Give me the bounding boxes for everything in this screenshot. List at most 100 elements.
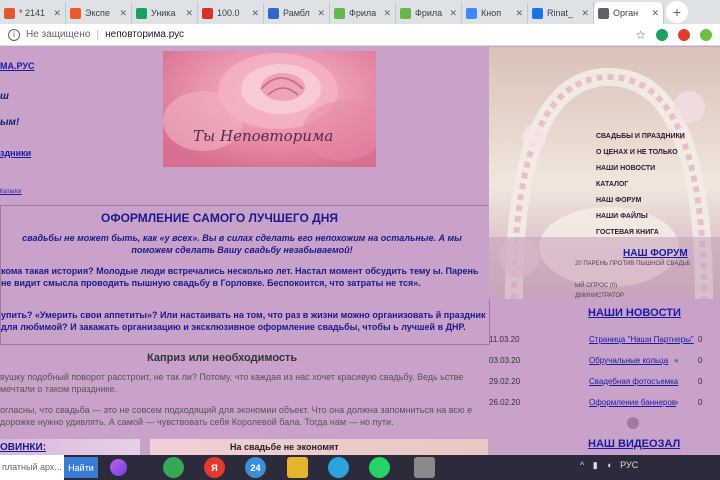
- alice-assistant-icon[interactable]: [110, 459, 127, 476]
- leaf-extension-icon[interactable]: [700, 28, 712, 41]
- close-tab-icon[interactable]: ✕: [447, 8, 457, 19]
- browser-tab[interactable]: Rinat_ ✕: [528, 2, 594, 24]
- news-title[interactable]: Свадебная фотосъемка: [589, 377, 678, 386]
- browser-tab[interactable]: 100.0 ✕: [198, 2, 264, 24]
- browser-tab[interactable]: * 2141 ✕: [0, 2, 66, 24]
- rambler-icon: [268, 7, 279, 19]
- mail-icon: [4, 7, 15, 19]
- tray-language[interactable]: РУС: [620, 460, 638, 470]
- article-heading: Каприз или необходимость: [147, 352, 298, 364]
- telegram-icon[interactable]: [328, 457, 349, 478]
- main-intro: свадьбы не может быть, как «у всех». Вы …: [22, 233, 462, 255]
- leaf-icon: [400, 7, 411, 19]
- search-find-button[interactable]: Найти: [64, 457, 98, 478]
- yandex-browser-icon[interactable]: Я: [204, 457, 225, 478]
- site-title-link[interactable]: МА.РУС: [0, 61, 34, 71]
- browser-tab[interactable]: Уника ✕: [132, 2, 198, 24]
- menu-item[interactable]: СВАДЬБЫ И ПРАЗДНИКИ: [596, 129, 685, 145]
- news-comment-count: 0: [698, 398, 703, 407]
- menu-item[interactable]: НАШИ НОВОСТИ: [596, 161, 685, 177]
- menu-item[interactable]: О ЦЕНАХ И НЕ ТОЛЬКО: [596, 145, 685, 161]
- taskbar-search-input[interactable]: платный арх...: [0, 455, 64, 480]
- taskbar: платный арх... Найти Я 24 ^ ▮ ◖ РУС: [0, 455, 720, 480]
- article-paragraph-2: огласны, что свадьба — это не совсем под…: [0, 405, 473, 427]
- sheets-icon: [136, 7, 147, 19]
- security-label[interactable]: Не защищено: [26, 29, 90, 40]
- video-title-link[interactable]: НАШ ВИДЕОЗАЛ: [588, 438, 680, 450]
- news-title[interactable]: Обручальные кольца: [589, 356, 668, 365]
- close-tab-icon[interactable]: ✕: [579, 8, 589, 19]
- close-tab-icon[interactable]: ✕: [315, 8, 325, 19]
- url-field[interactable]: неповторима.рус: [105, 29, 184, 40]
- doc-icon: [532, 7, 543, 19]
- menu-item[interactable]: НАШИ ФАЙЛЫ: [596, 209, 685, 225]
- whatsapp-icon[interactable]: [369, 457, 390, 478]
- chrome-icon[interactable]: [163, 457, 184, 478]
- close-tab-icon[interactable]: ✕: [381, 8, 391, 19]
- address-bar: i Не защищено | неповторима.рус ☆: [0, 24, 720, 46]
- comment-icon: ●: [674, 335, 679, 344]
- yandex-extension-icon[interactable]: [678, 28, 690, 41]
- news-date: 03.03.20: [489, 356, 521, 365]
- close-tab-icon[interactable]: ✕: [513, 8, 523, 19]
- tab-label: Кноп: [481, 8, 502, 18]
- extension-check-icon[interactable]: [656, 28, 668, 41]
- forum-topic-line[interactable]: 20 ПАРЕНЬ ПРОТИВ ПЫШНОЙ СВАДЬБ: [575, 261, 690, 267]
- banner-script-text: Ты Неповторима: [193, 127, 334, 145]
- news-title-link[interactable]: НАШИ НОВОСТИ: [588, 307, 681, 319]
- main-offer: упить? «Умерить свои аппетиты»? Или наст…: [1, 310, 486, 332]
- catalog-small-link[interactable]: Каталог: [0, 189, 22, 195]
- tab-strip: * 2141 ✕ Экспе ✕ Уника ✕ 100.0 ✕ Рамбл ✕ Фрила ✕ Фри…: [0, 0, 720, 24]
- main-content-box: ОФОРМЛЕНИЕ САМОГО ЛУЧШЕГО ДНЯ свадьбы не…: [0, 205, 490, 345]
- tab-label: Фрила: [349, 8, 377, 18]
- browser-tab[interactable]: Рамбл ✕: [264, 2, 330, 24]
- menu-item[interactable]: ГОСТЕВАЯ КНИГА: [596, 225, 685, 241]
- rss-icon[interactable]: [627, 417, 639, 429]
- holidays-link[interactable]: здники: [0, 148, 31, 158]
- notes-icon[interactable]: [414, 457, 435, 478]
- close-tab-icon[interactable]: ✕: [249, 8, 259, 19]
- tray-network-icon[interactable]: ▮: [593, 460, 598, 470]
- globe-icon: [598, 7, 609, 19]
- drive-icon: [466, 7, 477, 19]
- close-tab-icon[interactable]: ✕: [51, 8, 61, 19]
- news-comment-count: 0: [698, 335, 703, 344]
- info-icon[interactable]: i: [8, 28, 20, 41]
- menu-item[interactable]: НАШ ФОРУМ: [596, 193, 685, 209]
- bookmark-star-icon[interactable]: ☆: [635, 28, 646, 42]
- toolbar-right: ☆: [635, 28, 712, 42]
- new-tab-button[interactable]: +: [666, 1, 688, 23]
- close-tab-icon[interactable]: ✕: [649, 8, 659, 19]
- system-tray: ^ ▮ ◖ РУС: [580, 460, 644, 471]
- web-page: МА.РУС ш ым! здники Каталог Ты Неповтори…: [0, 47, 720, 455]
- forum-title-link[interactable]: НАШ ФОРУМ: [623, 248, 688, 259]
- site-menu: СВАДЬБЫ И ПРАЗДНИКИ О ЦЕНАХ И НЕ ТОЛЬКО НА…: [596, 129, 685, 241]
- tab-label: 100.0: [217, 8, 240, 18]
- news-row: 26.02.20 Оформление баннеров ● 0: [489, 398, 720, 418]
- browser-tab[interactable]: Кноп ✕: [462, 2, 528, 24]
- close-tab-icon[interactable]: ✕: [183, 8, 193, 19]
- forum-poll-line[interactable]: ЫЙ ОПРОС (0): [575, 283, 617, 289]
- comment-icon: ●: [674, 356, 679, 365]
- news-row: 03.03.20 Обручальные кольца ● 0: [489, 356, 720, 376]
- news-title[interactable]: Оформление баннеров: [589, 398, 676, 407]
- tab-label: * 2141: [19, 8, 46, 18]
- browser-tab[interactable]: Экспе ✕: [66, 2, 132, 24]
- news-date: 26.02.20: [489, 398, 521, 407]
- menu-item[interactable]: КАТАЛОГ: [596, 177, 685, 193]
- leaf-icon: [334, 7, 345, 19]
- economy-title: На свадьбе не экономят: [230, 442, 339, 452]
- news-date: 11.03.20: [489, 335, 520, 344]
- novinki-link[interactable]: ОВИНКИ:: [0, 442, 46, 453]
- folder-icon[interactable]: [287, 457, 308, 478]
- browser-tab[interactable]: Фрила ✕: [330, 2, 396, 24]
- browser-tab[interactable]: Фрила ✕: [396, 2, 462, 24]
- browser-tab[interactable]: Орган ✕: [594, 2, 664, 24]
- news-comment-count: 0: [698, 377, 703, 386]
- calendar-icon[interactable]: 24: [245, 457, 266, 478]
- news-comment-count: 0: [698, 356, 703, 365]
- tray-arrow-icon[interactable]: ^: [580, 460, 584, 470]
- tray-volume-icon[interactable]: ◖: [606, 460, 611, 470]
- close-tab-icon[interactable]: ✕: [117, 8, 127, 19]
- tab-label: Rinat_: [547, 8, 574, 18]
